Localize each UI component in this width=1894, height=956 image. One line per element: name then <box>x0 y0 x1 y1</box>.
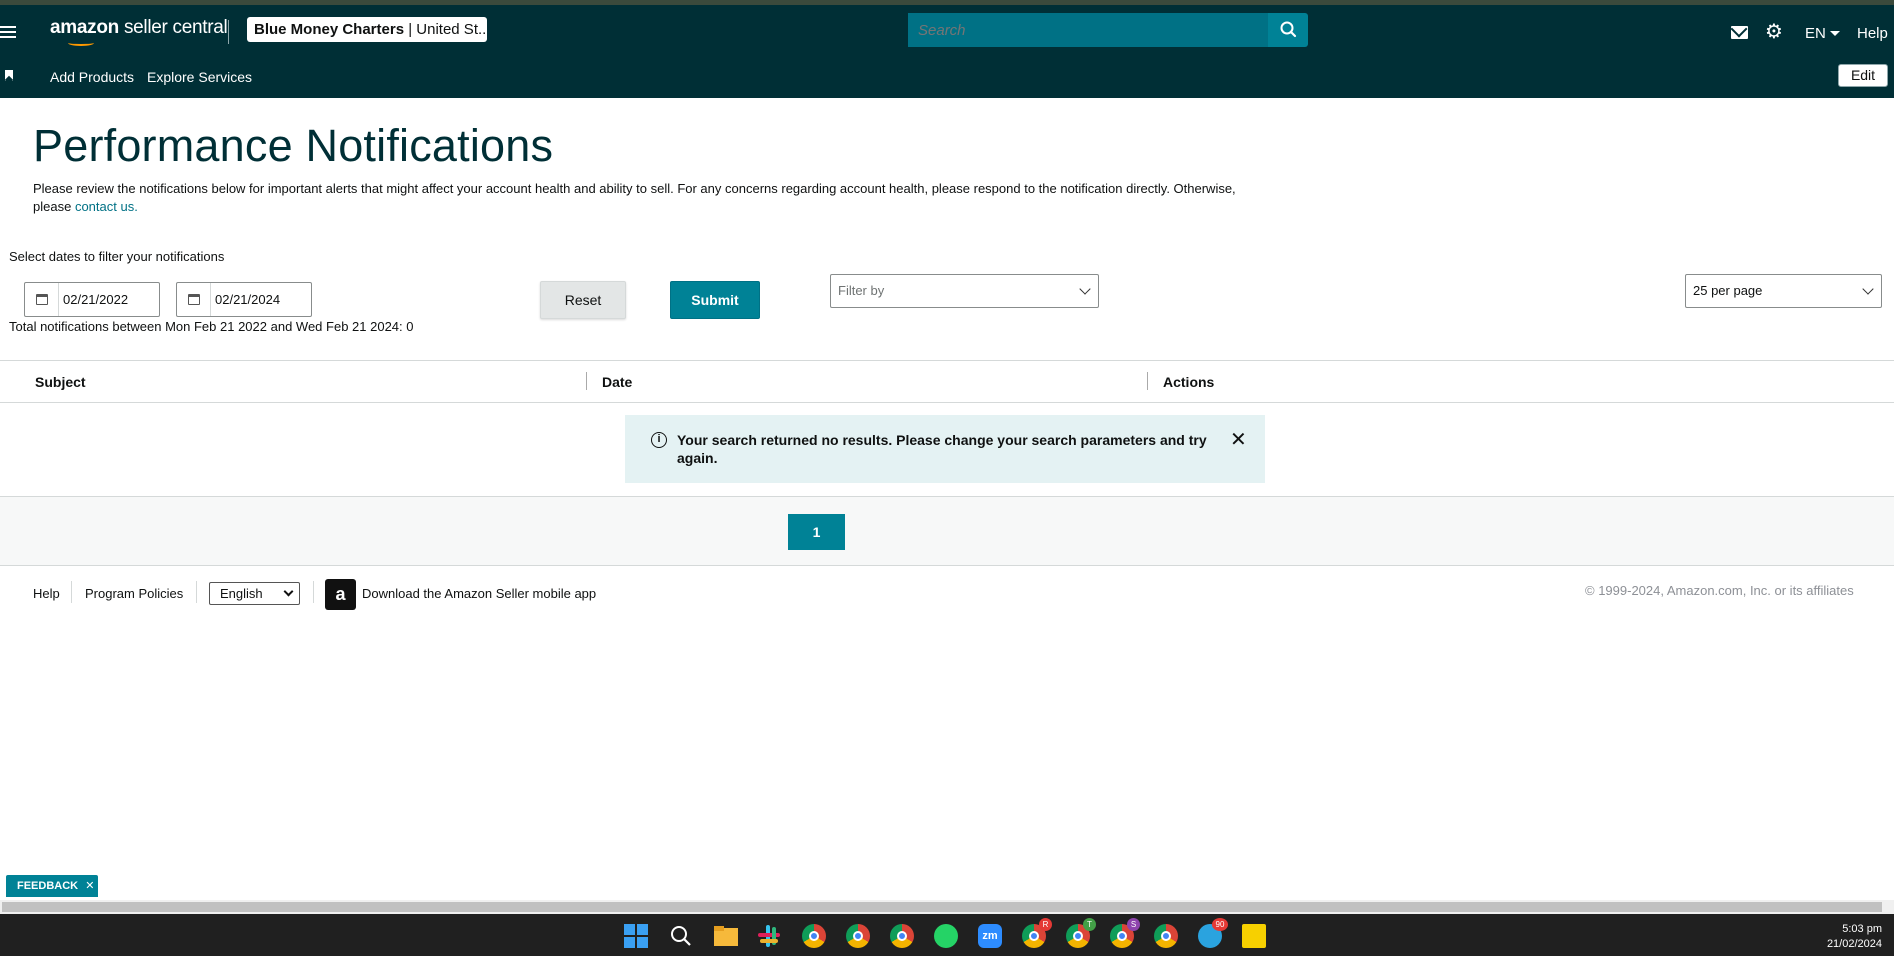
start-date-field[interactable] <box>24 282 160 317</box>
chevron-down-icon <box>1079 283 1091 295</box>
zoom-icon[interactable]: zm <box>978 924 1002 948</box>
copyright: © 1999-2024, Amazon.com, Inc. or its aff… <box>1585 583 1854 598</box>
chevron-down-icon <box>283 586 294 597</box>
end-date-input[interactable] <box>215 283 309 316</box>
whatsapp-icon[interactable] <box>934 924 958 948</box>
feedback-label: FEEDBACK <box>17 880 79 892</box>
reset-button[interactable]: Reset <box>540 281 626 319</box>
calendar-icon <box>36 294 48 305</box>
feedback-button[interactable]: FEEDBACK ✕ <box>6 875 98 897</box>
caret-down-icon <box>1829 31 1840 36</box>
chrome-icon[interactable] <box>846 924 870 948</box>
windows-start-icon[interactable] <box>624 924 648 948</box>
telegram-icon[interactable]: 90 <box>1198 918 1228 948</box>
account-switcher[interactable]: Blue Money Charters | United St... <box>247 17 487 42</box>
footer-language-select[interactable]: English <box>209 582 300 605</box>
search-icon <box>1280 21 1297 38</box>
seller-central-logo[interactable]: amazon seller central <box>50 17 228 47</box>
search-button[interactable] <box>1268 13 1308 47</box>
language-selector[interactable]: EN <box>1805 25 1840 42</box>
chrome-icon[interactable] <box>802 924 826 948</box>
account-name: Blue Money Charters <box>254 21 405 38</box>
per-page-value: 25 per page <box>1693 283 1763 298</box>
column-actions: Actions <box>1163 374 1215 390</box>
chrome-icon[interactable] <box>1154 924 1178 948</box>
no-results-message: Your search returned no results. Please … <box>677 432 1207 466</box>
logo-seller-central: seller central <box>123 17 228 38</box>
account-region: | United St... <box>408 21 487 38</box>
per-page-select[interactable]: 25 per page <box>1685 274 1882 308</box>
chevron-down-icon <box>1862 283 1874 295</box>
taskbar: zm R T S 90 5:03 pm 21/02/2024 <box>0 914 1894 956</box>
close-icon[interactable]: ✕ <box>1230 427 1247 452</box>
search-input[interactable] <box>908 13 1270 47</box>
no-results-alert: i Your search returned no results. Pleas… <box>625 415 1265 483</box>
profile-badge: S <box>1127 918 1140 931</box>
language-label: EN <box>1805 25 1826 42</box>
horizontal-scrollbar[interactable] <box>0 900 1894 914</box>
gear-icon[interactable]: ⚙ <box>1765 22 1784 42</box>
system-clock[interactable]: 5:03 pm 21/02/2024 <box>1818 922 1882 952</box>
calendar-button[interactable] <box>177 283 211 316</box>
clock-time: 5:03 pm <box>1842 923 1882 935</box>
contact-us-link[interactable]: contact us. <box>75 199 138 214</box>
unread-badge: 90 <box>1212 918 1228 931</box>
info-icon: i <box>651 432 667 448</box>
intro-text: Please review the notifications below fo… <box>33 180 1253 216</box>
column-divider <box>586 372 587 390</box>
bookmark-icon[interactable] <box>5 70 13 81</box>
amazon-smile-icon <box>68 40 94 46</box>
search-icon[interactable] <box>669 924 693 948</box>
help-link[interactable]: Help <box>1857 25 1888 42</box>
calendar-icon <box>188 294 200 305</box>
divider <box>196 581 197 603</box>
table-header: Subject Date Actions <box>0 360 1894 403</box>
intro-body: Please review the notifications below fo… <box>33 181 1236 214</box>
filter-by-placeholder: Filter by <box>838 283 885 298</box>
seller-app-icon[interactable]: a <box>325 579 356 610</box>
divider <box>71 581 72 603</box>
chrome-icon[interactable] <box>890 924 914 948</box>
sticky-notes-icon[interactable] <box>1242 924 1266 948</box>
edit-nav-button[interactable]: Edit <box>1838 64 1888 87</box>
menu-icon[interactable] <box>0 26 16 38</box>
mail-icon[interactable] <box>1731 26 1748 39</box>
nav-explore-services[interactable]: Explore Services <box>147 69 252 85</box>
clock-date: 21/02/2024 <box>1826 938 1882 950</box>
date-filter-label: Select dates to filter your notification… <box>9 249 225 264</box>
column-subject[interactable]: Subject <box>35 374 86 390</box>
divider <box>228 20 229 44</box>
close-icon[interactable]: ✕ <box>85 880 94 892</box>
nav-bar: Add Products Explore Services Edit <box>0 58 1894 98</box>
slack-icon[interactable] <box>757 924 781 948</box>
footer-language-value: English <box>220 586 263 601</box>
pagination-bar: 1 <box>0 496 1894 566</box>
divider <box>313 581 314 603</box>
footer-program-policies-link[interactable]: Program Policies <box>85 586 183 601</box>
top-header: amazon seller central Blue Money Charter… <box>0 5 1894 58</box>
page-title: Performance Notifications <box>33 120 554 171</box>
end-date-field[interactable] <box>176 282 312 317</box>
calendar-button[interactable] <box>25 283 59 316</box>
file-explorer-icon[interactable] <box>713 924 739 948</box>
column-divider <box>1147 372 1148 390</box>
download-app-link[interactable]: Download the Amazon Seller mobile app <box>362 586 596 601</box>
logo-amazon: amazon <box>50 17 119 38</box>
chrome-icon[interactable]: R <box>1022 918 1052 948</box>
scrollbar-thumb[interactable] <box>2 902 1882 912</box>
profile-badge: R <box>1039 918 1052 931</box>
page-button[interactable]: 1 <box>788 514 845 550</box>
column-date[interactable]: Date <box>602 374 632 390</box>
profile-badge: T <box>1083 918 1096 931</box>
submit-button[interactable]: Submit <box>670 281 760 319</box>
nav-add-products[interactable]: Add Products <box>50 69 134 85</box>
start-date-input[interactable] <box>63 283 157 316</box>
chrome-icon[interactable]: S <box>1110 918 1140 948</box>
footer: Help Program Policies English a Download… <box>0 578 1894 614</box>
footer-help-link[interactable]: Help <box>33 586 60 601</box>
total-notifications-text: Total notifications between Mon Feb 21 2… <box>9 319 414 334</box>
chrome-icon[interactable]: T <box>1066 918 1096 948</box>
filter-by-select[interactable]: Filter by <box>830 274 1099 308</box>
search-box <box>908 13 1270 47</box>
